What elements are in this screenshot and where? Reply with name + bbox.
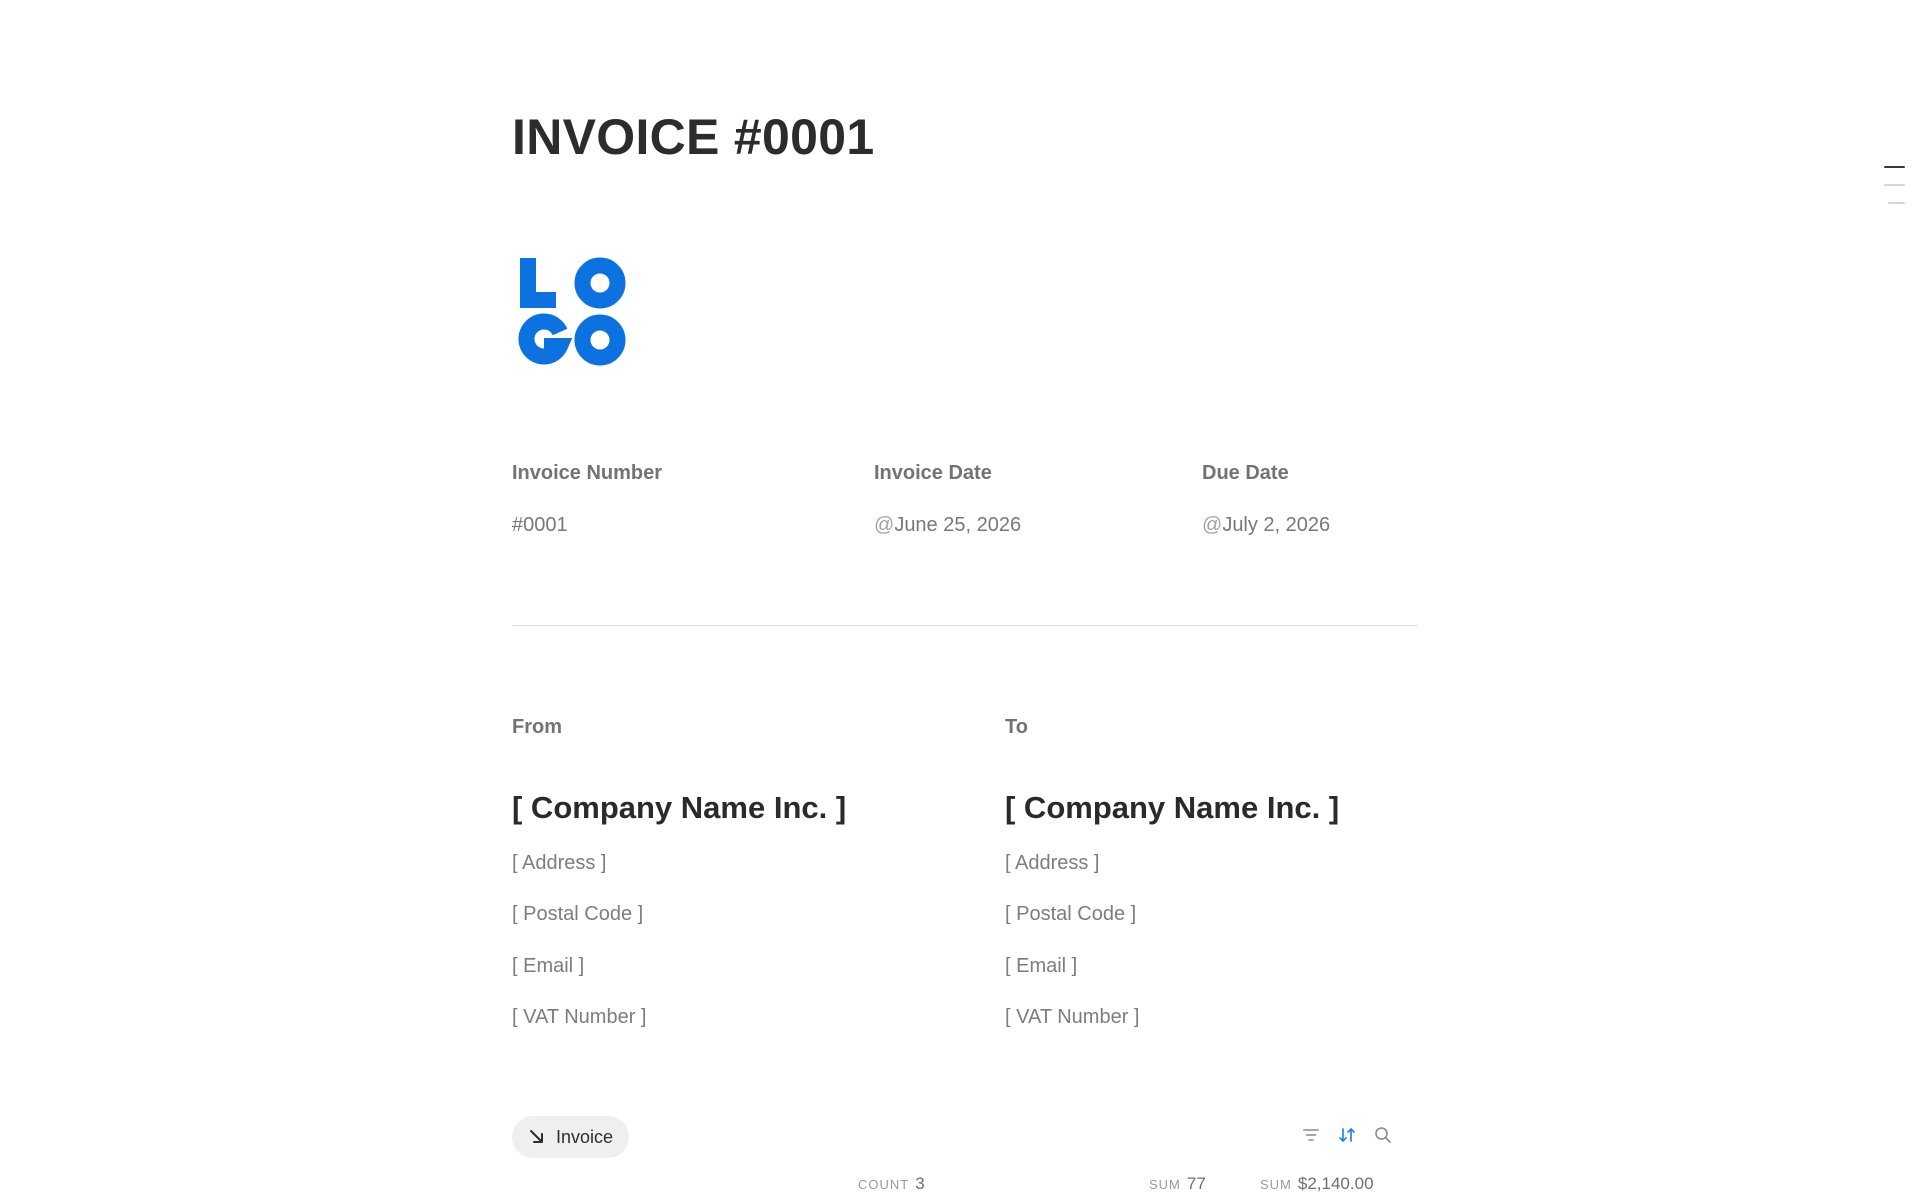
calc-label: SUM [1149,1177,1181,1192]
mention-symbol: @ [1202,514,1223,536]
calc-label: COUNT [858,1177,910,1192]
logo-image [512,252,630,370]
sort-icon [1339,1128,1355,1142]
due-date-text: July 2, 2026 [1222,514,1331,536]
divider [512,625,1418,626]
toc-line[interactable] [1888,202,1905,204]
count-calculation[interactable]: COUNT 3 [858,1174,925,1194]
from-company-name[interactable]: [ Company Name Inc. ] [512,790,846,826]
arrow-down-right-icon [530,1130,543,1143]
to-postal-code[interactable]: [ Postal Code ] [1005,903,1136,926]
mention-symbol: @ [874,514,895,536]
to-company-name[interactable]: [ Company Name Inc. ] [1005,790,1339,826]
calc-value: 77 [1186,1174,1206,1193]
from-label: From [512,716,562,738]
calc-value: $2,140.00 [1297,1174,1374,1193]
due-date-label: Due Date [1202,462,1289,484]
database-view-label: Invoice [556,1126,614,1147]
toc-line-active[interactable] [1884,166,1905,168]
toc-line[interactable] [1884,184,1905,186]
database-toolbar [1300,1124,1394,1146]
page-title[interactable]: INVOICE #0001 [512,108,874,166]
from-postal-code[interactable]: [ Postal Code ] [512,903,643,926]
search-button[interactable] [1372,1124,1394,1146]
sum-quantity-calculation[interactable]: SUM 77 [1149,1174,1206,1194]
invoice-date-value[interactable]: @June 25, 2026 [874,514,1021,537]
to-address[interactable]: [ Address ] [1005,852,1100,875]
sort-button[interactable] [1336,1124,1358,1146]
sum-amount-calculation[interactable]: SUM $2,140.00 [1260,1174,1374,1194]
table-of-contents-minimap[interactable] [1883,166,1905,220]
invoice-date-text: June 25, 2026 [894,514,1022,536]
from-email[interactable]: [ Email ] [512,955,584,978]
to-vat-number[interactable]: [ VAT Number ] [1005,1006,1139,1029]
invoice-number-value[interactable]: #0001 [512,514,568,537]
to-email[interactable]: [ Email ] [1005,955,1077,978]
calc-label: SUM [1260,1177,1292,1192]
filter-icon [1303,1129,1319,1141]
invoice-number-label: Invoice Number [512,462,663,484]
calc-value: 3 [915,1174,925,1193]
from-vat-number[interactable]: [ VAT Number ] [512,1006,646,1029]
database-view-tab[interactable]: Invoice [512,1116,630,1158]
from-address[interactable]: [ Address ] [512,852,607,875]
search-icon [1375,1127,1391,1143]
invoice-page: INVOICE #0001 Invoice Number #0001 Invoi… [0,0,1920,1199]
due-date-value[interactable]: @July 2, 2026 [1202,514,1330,537]
invoice-date-label: Invoice Date [874,462,992,484]
logo-icon [518,257,626,366]
to-label: To [1005,716,1028,738]
filter-button[interactable] [1300,1124,1322,1146]
